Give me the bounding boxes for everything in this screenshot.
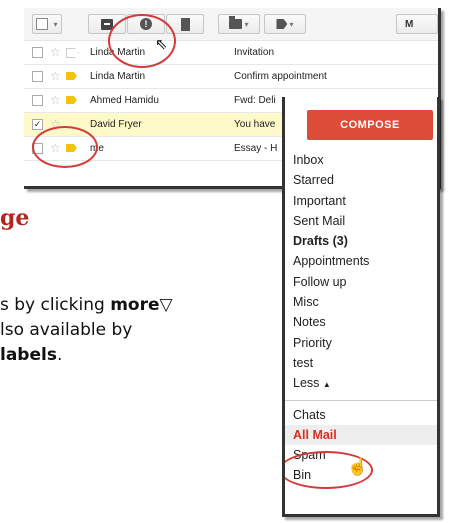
row-checkbox[interactable] xyxy=(32,71,43,82)
sidebar-less-toggle[interactable]: Less ▲ xyxy=(293,373,437,393)
tutorial-text: s by clicking xyxy=(0,295,111,315)
sidebar-item-important[interactable]: Important xyxy=(293,191,437,211)
email-row[interactable]: ☆ Linda Martin Confirm appointment xyxy=(24,65,438,89)
sidebar-item-misc[interactable]: Misc xyxy=(293,292,437,312)
dropdown-triangle-icon: ▽ xyxy=(159,295,173,315)
select-all-checkbox[interactable] xyxy=(36,18,49,30)
highlight-circle xyxy=(108,14,176,68)
email-subject: Confirm appointment xyxy=(234,71,327,82)
folder-icon xyxy=(229,16,243,29)
less-label: Less xyxy=(293,376,320,391)
important-marker-icon[interactable] xyxy=(66,96,77,104)
sidebar-item-sent-mail[interactable]: Sent Mail xyxy=(293,211,437,231)
tutorial-bold-text: more xyxy=(110,295,160,315)
email-sender: Linda Martin xyxy=(90,71,146,82)
row-checkbox[interactable] xyxy=(32,47,43,58)
email-subject: Fwd: Deli xyxy=(234,95,276,106)
important-marker-icon[interactable] xyxy=(66,72,77,80)
caret-up-icon: ▲ xyxy=(322,380,331,390)
sidebar-item-priority[interactable]: Priority xyxy=(293,333,437,353)
sidebar-item-inbox[interactable]: Inbox xyxy=(293,150,437,170)
email-subject: Invitation xyxy=(234,47,275,58)
chevron-down-icon: ▾ xyxy=(289,19,294,29)
chevron-down-icon: ▾ xyxy=(53,19,58,29)
row-checkbox[interactable] xyxy=(32,95,43,106)
email-subject: You have xyxy=(234,119,276,130)
highlight-circle xyxy=(32,126,98,168)
chevron-down-icon: ▾ xyxy=(244,19,249,29)
sidebar-item-chats[interactable]: Chats xyxy=(293,405,437,425)
sidebar-item-follow-up[interactable]: Follow up xyxy=(293,272,437,292)
tutorial-line-2: lso available by xyxy=(0,320,133,340)
tutorial-heading: ge xyxy=(0,205,30,231)
email-row[interactable]: ☆ Linda Martin Invitation xyxy=(24,41,438,65)
star-icon[interactable]: ☆ xyxy=(50,45,61,59)
hand-pointer-icon: ☝ xyxy=(347,457,369,476)
more-button[interactable]: M xyxy=(396,14,438,34)
compose-button[interactable]: COMPOSE xyxy=(307,110,433,140)
tutorial-bold-text: labels xyxy=(0,345,57,365)
sidebar-item-starred[interactable]: Starred xyxy=(293,170,437,190)
tutorial-line-3: labels. xyxy=(0,343,270,368)
star-icon[interactable]: ☆ xyxy=(50,69,61,83)
move-to-button[interactable]: ▾ xyxy=(218,14,260,34)
sidebar-screenshot: COMPOSE Inbox Starred Important Sent Mai… xyxy=(282,97,440,517)
email-sender: Ahmed Hamidu xyxy=(90,95,159,106)
tutorial-text: . xyxy=(56,345,63,365)
tutorial-line-1: s by clicking more▽ xyxy=(0,293,270,318)
row-checkbox-checked[interactable]: ✓ xyxy=(32,119,43,130)
sidebar-item-notes[interactable]: Notes xyxy=(293,312,437,332)
sidebar-nav: Inbox Starred Important Sent Mail Drafts… xyxy=(285,150,437,486)
labels-button[interactable]: ▾ xyxy=(264,14,306,34)
select-all-button[interactable]: ▾ xyxy=(32,14,62,34)
email-sender: David Fryer xyxy=(90,119,142,130)
toolbar: ▾ ! ▾ ▾ M xyxy=(24,8,438,41)
more-button-label: M xyxy=(405,18,414,30)
important-marker-icon[interactable] xyxy=(66,48,79,58)
sidebar-item-all-mail[interactable]: All Mail xyxy=(285,424,437,446)
email-subject: Essay - H xyxy=(234,143,278,154)
star-icon[interactable]: ☆ xyxy=(50,93,61,107)
label-icon xyxy=(276,19,288,29)
sidebar-item-drafts[interactable]: Drafts (3) xyxy=(293,231,437,251)
sidebar-item-appointments[interactable]: Appointments xyxy=(293,251,437,271)
tutorial-body: s by clicking more▽ lso available by lab… xyxy=(0,293,270,368)
sidebar-item-test[interactable]: test xyxy=(293,353,437,373)
delete-icon xyxy=(180,17,190,31)
divider xyxy=(285,399,437,401)
